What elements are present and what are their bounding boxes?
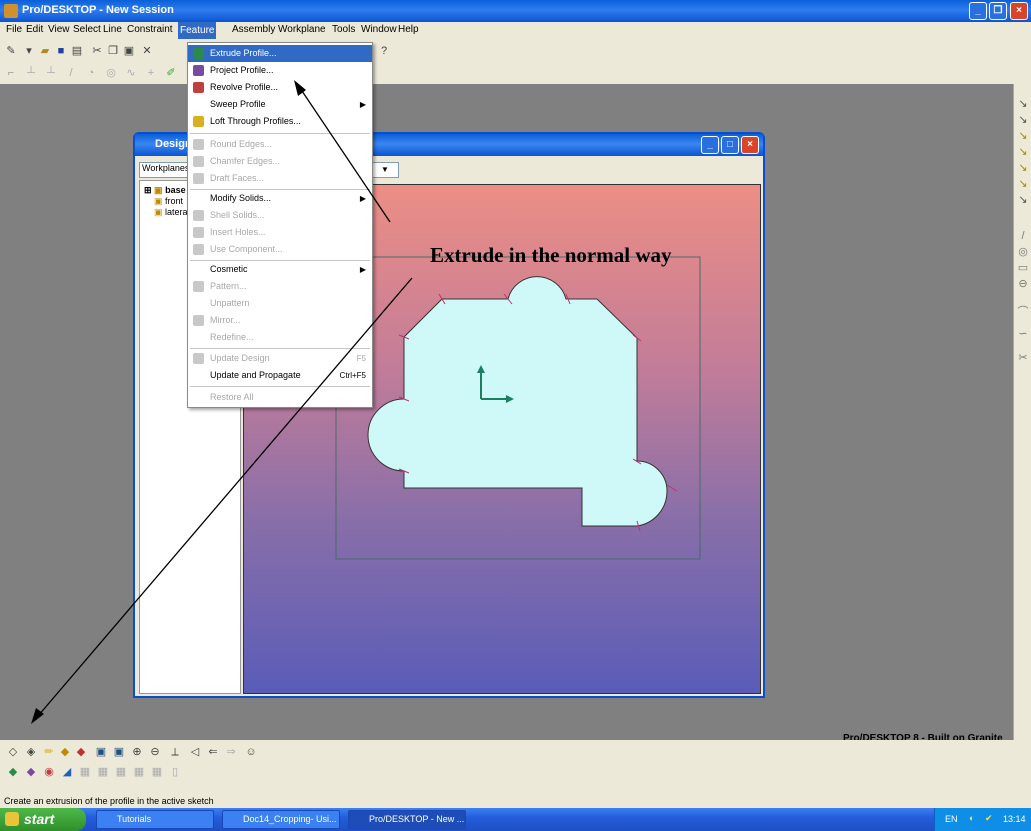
taskbar: start Tutorials Doc14_Cropping- Usi... P… — [0, 808, 1031, 831]
revolve-toolbar-icon[interactable]: ◉ — [42, 766, 56, 779]
back-arrow-icon[interactable]: ⇐ — [206, 746, 220, 759]
zoom-in-icon[interactable]: ⊕ — [130, 746, 144, 759]
smiley-icon[interactable]: ☺ — [244, 746, 258, 759]
shade-icon[interactable]: ◆ — [58, 746, 72, 759]
annotation-text: Extrude in the normal way — [430, 243, 672, 267]
clock: 13:14 — [1003, 814, 1026, 824]
round-toolbar-icon[interactable]: ▦ — [114, 766, 128, 779]
hole-toolbar-icon[interactable]: ▦ — [96, 766, 110, 779]
task-prodesktop[interactable]: Pro/DESKTOP - New ... — [348, 810, 466, 829]
project-toolbar-icon[interactable]: ◆ — [24, 766, 38, 779]
tray-app-icon[interactable]: ✔ — [985, 813, 993, 824]
bottom-toolbars: ◇ ◈ ✏ ◆ ◆ ▣ ▣ ⊕ ⊖ ⟂ ◁ ⇐ ⇒ ☺ ◆ ◆ ◉ ◢ ▦ ▦ … — [0, 740, 1031, 794]
extrude-toolbar-icon[interactable]: ◆ — [6, 766, 20, 779]
rotate-icon[interactable]: ◁ — [188, 746, 202, 759]
zoom-window-icon[interactable]: ▣ — [112, 746, 126, 759]
view-solid-icon[interactable]: ◇ — [6, 746, 20, 759]
network-icon[interactable]: ◐ — [969, 813, 974, 823]
view-orient-icon[interactable]: ⟂ — [168, 746, 182, 759]
windows-flag-icon — [5, 812, 19, 826]
chamfer-toolbar-icon[interactable]: ▦ — [132, 766, 146, 779]
sweep-toolbar-icon[interactable]: ◢ — [60, 766, 74, 779]
pencil-icon[interactable]: ✏ — [42, 746, 56, 759]
system-tray: EN ◐ ✔ 13:14 — [934, 808, 1031, 831]
task-tutorials[interactable]: Tutorials — [96, 810, 214, 829]
task-doc14[interactable]: Doc14_Cropping- Usi... — [222, 810, 340, 829]
annotation-arrows — [31, 80, 413, 724]
view-wire-icon[interactable]: ◈ — [24, 746, 38, 759]
draft-toolbar-icon[interactable]: ▦ — [150, 766, 164, 779]
forward-arrow-icon[interactable]: ⇒ — [224, 746, 238, 759]
zoom-out-icon[interactable]: ⊖ — [148, 746, 162, 759]
status-bar: Create an extrusion of the profile in th… — [0, 794, 1031, 808]
start-button[interactable]: start — [0, 808, 86, 831]
shade-red-icon[interactable]: ◆ — [74, 746, 88, 759]
language-indicator[interactable]: EN — [945, 814, 958, 824]
component-toolbar-icon[interactable]: ▯ — [168, 766, 182, 779]
shell-toolbar-icon[interactable]: ▦ — [78, 766, 92, 779]
zoom-fit-icon[interactable]: ▣ — [94, 746, 108, 759]
